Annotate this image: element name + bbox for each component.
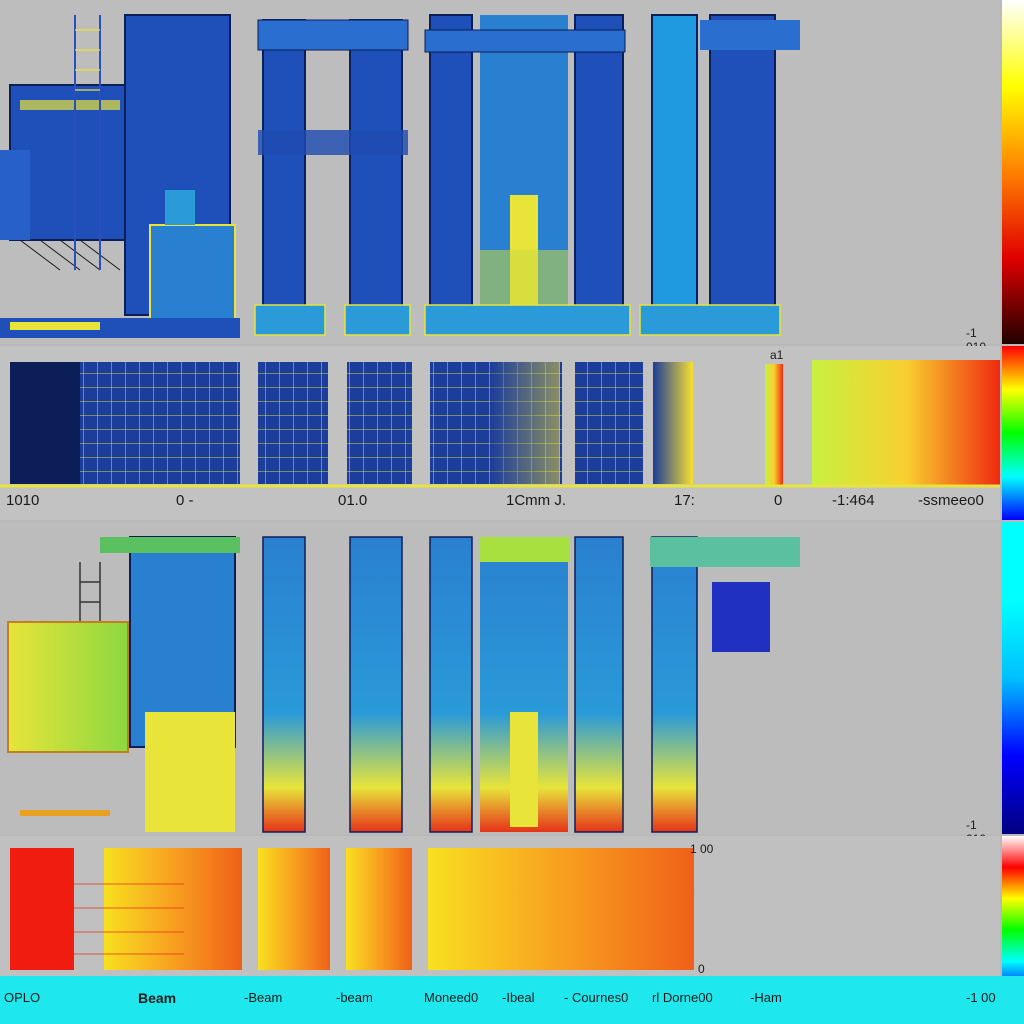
heat-min-label: 0 bbox=[698, 962, 705, 976]
colorbar-third bbox=[1002, 522, 1024, 834]
footer-label-2: -Beam bbox=[244, 990, 283, 1005]
axis-label-0: 1010 bbox=[6, 492, 40, 509]
axis-label-2: 01.0 bbox=[338, 492, 368, 509]
axis-label-3: 1Cmm J. bbox=[506, 492, 566, 509]
stress-grid-panel[interactable]: 1010 0 - 01.0 1Cmm J. 17: 0 -1:464 -ssme… bbox=[0, 346, 1000, 520]
footer-bar: OPLO Beam -Beam -beam Moneed0 -Ibeal - C… bbox=[0, 976, 1024, 1024]
footer-label-4: Moneed0 bbox=[424, 990, 479, 1005]
footer-label-3: -beam bbox=[336, 990, 373, 1005]
footer-label-1: Beam bbox=[138, 990, 177, 1006]
model-view-stress[interactable]: -1 010 bbox=[0, 522, 1000, 846]
footer-label-8: -Ham bbox=[750, 990, 782, 1005]
axis-label-6: -1:464 bbox=[832, 492, 875, 509]
footer-label-7: rl Dorne00 bbox=[652, 990, 713, 1005]
axis-label-4: 17: bbox=[674, 492, 695, 509]
colorbar-mid bbox=[1002, 346, 1024, 520]
axis-label-1: 0 - bbox=[176, 492, 194, 509]
heat-max-label: 1 00 bbox=[690, 842, 714, 856]
axis-label-5: 0 bbox=[774, 492, 783, 509]
footer-label-0: OPLO bbox=[4, 990, 41, 1005]
footer-label-9: -1 00 bbox=[966, 990, 996, 1005]
colorbar-top bbox=[1002, 0, 1024, 344]
top-mark: a1 bbox=[770, 348, 784, 362]
footer-label-6: - Cournes0 bbox=[564, 990, 629, 1005]
footer-label-5: -Ibeal bbox=[502, 990, 535, 1005]
heatmap-panel[interactable]: 1 00 0 bbox=[0, 836, 1000, 976]
axis-label-7: -ssmeeo0 bbox=[918, 492, 984, 509]
model-view-top[interactable]: -1 010 bbox=[0, 0, 1000, 354]
